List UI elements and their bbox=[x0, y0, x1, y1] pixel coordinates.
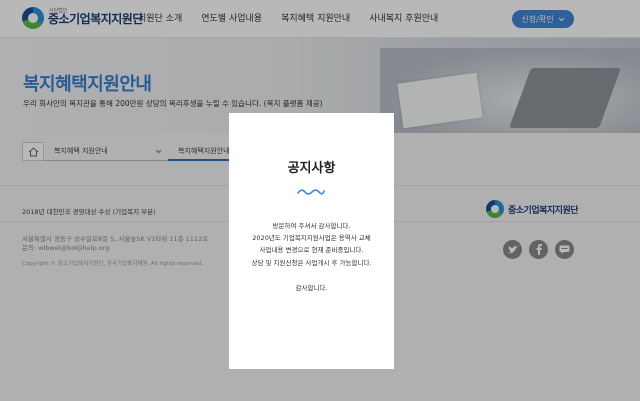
notice-body: 방문하여 주셔서 감사합니다. 2020년도 기업복지지원사업은 용역사 교체 … bbox=[229, 220, 394, 269]
notice-line: 사업내용 변경으로 현재 준비중입니다. bbox=[259, 246, 364, 255]
notice-line: 2020년도 기업복지지원사업은 용역사 교체 bbox=[252, 234, 371, 243]
notice-line: 방문하여 주셔서 감사합니다. bbox=[272, 222, 351, 230]
notice-line: 상담 및 지원신청은 사업개시 후 가능합니다. bbox=[251, 258, 372, 267]
wave-divider-icon bbox=[297, 189, 325, 195]
notice-title: 공지사항 bbox=[287, 161, 336, 176]
notice-thanks: 감사합니다. bbox=[295, 284, 328, 292]
notice-popup: 공지사항 방문하여 주셔서 감사합니다. 2020년도 기업복지지원사업은 용역… bbox=[229, 113, 394, 369]
